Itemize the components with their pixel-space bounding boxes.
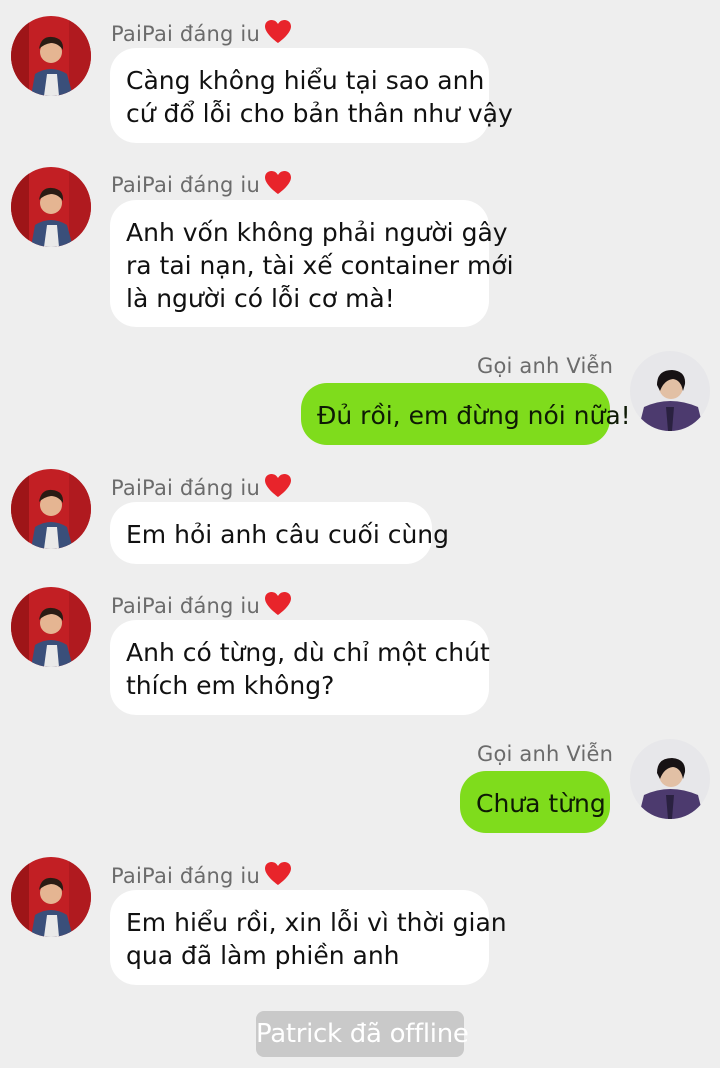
message-line: Em hỏi anh câu cuối cùng (126, 520, 450, 549)
message-bubble-incoming[interactable]: Càng không hiểu tại sao anh cứ đổ lỗi ch… (110, 48, 513, 143)
sender-name: PaiPai đáng iu (111, 861, 292, 888)
avatar-paipai[interactable] (11, 587, 91, 667)
heart-icon (264, 171, 291, 194)
avatar-paipai-image (11, 857, 91, 937)
message-line: thích em không? (126, 671, 335, 700)
avatar-paipai-image (11, 587, 91, 667)
message-line: Càng không hiểu tại sao anh (126, 66, 485, 95)
avatar-paipai[interactable] (11, 16, 91, 96)
message-bubble-incoming[interactable]: Em hỏi anh câu cuối cùng (110, 502, 450, 564)
sender-name: PaiPai đáng iu (111, 170, 292, 197)
avatar-paipai-image (11, 167, 91, 247)
chat-thread: PaiPai đáng iu Càng không hiểu tại sao a… (0, 0, 720, 1068)
sender-name-self: Gọi anh Viễn (477, 354, 614, 378)
avatar-paipai-image (11, 16, 91, 96)
sender-name-text: PaiPai đáng iu (111, 22, 260, 46)
message-bubble-outgoing[interactable]: Đủ rồi, em đừng nói nữa! (301, 383, 631, 445)
message-bubble-incoming[interactable]: Anh vốn không phải người gây ra tai nạn,… (110, 200, 514, 327)
avatar-paipai[interactable] (11, 167, 91, 247)
message-bubble-outgoing[interactable]: Chưa từng (460, 771, 610, 833)
sender-name-text: PaiPai đáng iu (111, 173, 260, 197)
message-line: Anh vốn không phải người gây (126, 218, 508, 247)
avatar-paipai-image (11, 469, 91, 549)
system-note-offline: Patrick đã offline (256, 1011, 469, 1057)
heart-icon (264, 474, 291, 497)
message-line: qua đã làm phiền anh (126, 941, 400, 970)
message-line: Đủ rồi, em đừng nói nữa! (317, 401, 631, 430)
message-line: Anh có từng, dù chỉ một chút (126, 638, 490, 667)
message-line: Em hiểu rồi, xin lỗi vì thời gian (126, 908, 507, 937)
avatar-paipai[interactable] (11, 857, 91, 937)
avatar-paipai[interactable] (11, 469, 91, 549)
sender-name-text: PaiPai đáng iu (111, 864, 260, 888)
avatar-vien-image (630, 739, 710, 819)
sender-name-self: Gọi anh Viễn (477, 742, 614, 766)
message-line: là người có lỗi cơ mà! (126, 284, 395, 313)
heart-icon (264, 592, 291, 615)
sender-name: PaiPai đáng iu (111, 473, 292, 500)
sender-name-text: PaiPai đáng iu (111, 594, 260, 618)
message-bubble-incoming[interactable]: Anh có từng, dù chỉ một chút thích em kh… (110, 620, 490, 715)
heart-icon (264, 20, 291, 43)
sender-name: PaiPai đáng iu (111, 19, 292, 46)
avatar-vien-image (630, 351, 710, 431)
avatar-vien[interactable] (630, 351, 710, 431)
message-line: cứ đổ lỗi cho bản thân như vậy (126, 99, 513, 128)
sender-name-text: PaiPai đáng iu (111, 476, 260, 500)
avatar-vien[interactable] (630, 739, 710, 819)
message-line: Chưa từng (476, 789, 606, 818)
message-bubble-incoming[interactable]: Em hiểu rồi, xin lỗi vì thời gian qua đã… (110, 890, 507, 985)
heart-icon (264, 862, 291, 885)
sender-name: PaiPai đáng iu (111, 591, 292, 618)
message-line: ra tai nạn, tài xế container mới (126, 251, 514, 280)
